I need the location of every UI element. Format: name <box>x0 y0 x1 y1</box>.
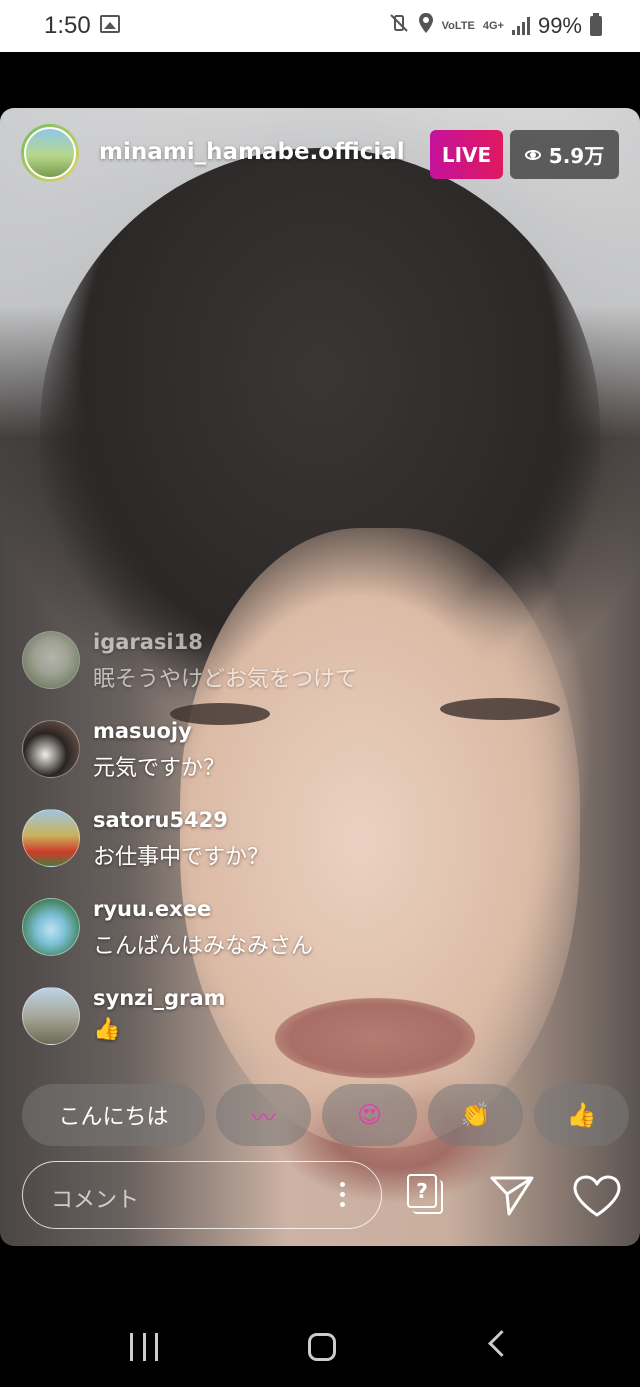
home-icon[interactable] <box>308 1333 336 1361</box>
question-box-front: ? <box>407 1174 437 1208</box>
commenter-avatar[interactable] <box>22 898 80 956</box>
commenter-name[interactable]: synzi_gram <box>93 986 226 1010</box>
kiss-lips-icon: 〰 <box>251 1103 276 1132</box>
quick-reaction-kiss[interactable]: 〰 <box>216 1084 311 1146</box>
quick-reaction-heart-eyes[interactable]: 😍 <box>322 1084 417 1146</box>
comment-item[interactable]: masuojy 元気ですか？ <box>22 719 582 790</box>
commenter-avatar[interactable] <box>22 809 80 867</box>
status-time: 1:50 <box>44 12 91 39</box>
comment-item[interactable]: ryuu.exee こんばんはみなみさん <box>22 897 582 968</box>
comment-placeholder: コメント <box>51 1188 140 1213</box>
comment-item[interactable]: synzi_gram 👍 <box>22 986 582 1057</box>
avatar-image <box>24 127 76 179</box>
commenter-name[interactable]: satoru5429 <box>93 808 228 832</box>
comment-text: お仕事中ですか？ <box>93 845 270 870</box>
eye-icon <box>524 147 541 163</box>
volte-icon: VoLTE <box>441 20 475 32</box>
video-eye-right <box>440 698 560 720</box>
quick-reaction-thumbs-up[interactable]: 👍 <box>534 1084 629 1146</box>
comment-text: 元気ですか？ <box>93 756 226 781</box>
mute-vibrate-icon <box>388 13 410 39</box>
battery-text: 99% <box>537 13 582 38</box>
comment-text: 眠そうやけどお気をつけて <box>93 667 358 692</box>
signal-icon <box>511 17 530 35</box>
viewer-count: 5.9万 <box>548 144 605 168</box>
quick-reaction-clap[interactable]: 👏 <box>428 1084 523 1146</box>
comment-item[interactable]: igarasi18 眠そうやけどお気をつけて <box>22 630 582 701</box>
status-bar: 1:50 VoLTE 4G+ 99% <box>0 0 640 52</box>
status-icons: VoLTE 4G+ 99% <box>388 12 602 40</box>
commenter-name[interactable]: igarasi18 <box>93 630 203 654</box>
commenter-name[interactable]: ryuu.exee <box>93 897 211 921</box>
comment-input[interactable]: コメント <box>22 1161 382 1229</box>
heart-eyes-icon: 😍 <box>356 1101 383 1129</box>
commenter-avatar[interactable] <box>22 987 80 1045</box>
commenter-avatar[interactable] <box>22 631 80 689</box>
broadcaster-avatar[interactable] <box>21 124 79 182</box>
send-icon[interactable] <box>489 1174 535 1216</box>
viewer-count-badge[interactable]: 5.9万 <box>510 130 619 179</box>
location-icon <box>418 12 434 40</box>
back-icon[interactable] <box>488 1330 515 1357</box>
live-badge: LIVE <box>430 130 503 179</box>
commenter-name[interactable]: masuojy <box>93 719 192 743</box>
recents-icon[interactable] <box>130 1333 158 1361</box>
commenter-avatar[interactable] <box>22 720 80 778</box>
quick-reaction-hello[interactable]: こんにちは <box>22 1084 205 1146</box>
heart-icon[interactable] <box>572 1174 622 1218</box>
comment-text: こんばんはみなみさん <box>93 934 314 959</box>
thumbs-up-icon: 👍 <box>566 1101 597 1129</box>
battery-icon <box>590 13 602 36</box>
clap-icon: 👏 <box>460 1101 491 1129</box>
system-nav-bar <box>0 1290 640 1387</box>
comment-text: 👍 <box>93 1017 121 1042</box>
broadcaster-username[interactable]: minami_hamabe.official <box>99 139 405 165</box>
more-options-icon[interactable] <box>340 1182 345 1208</box>
image-icon <box>100 15 120 33</box>
question-box-icon[interactable]: ? <box>407 1174 443 1214</box>
comment-item[interactable]: satoru5429 お仕事中ですか？ <box>22 808 582 879</box>
4g-icon: 4G+ <box>482 20 504 32</box>
